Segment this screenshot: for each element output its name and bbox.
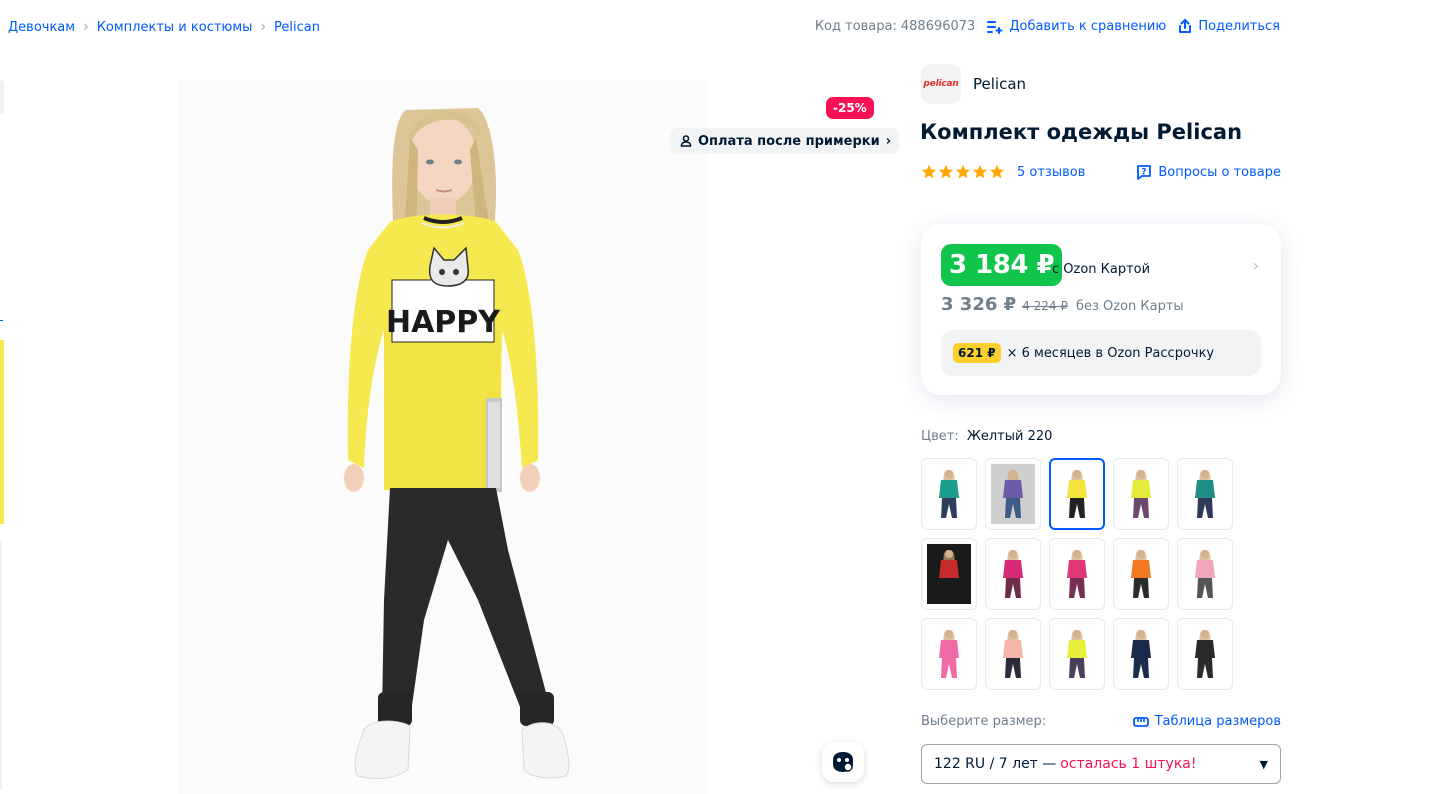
swatch-thumbnail — [1055, 624, 1099, 684]
color-value: Желтый 220 — [966, 429, 1053, 444]
ozon-card-price: 3 184 ₽ — [941, 244, 1063, 286]
color-swatch[interactable] — [1113, 538, 1169, 610]
chevron-right-icon: › — [1252, 256, 1259, 275]
person-icon — [680, 135, 692, 147]
product-title: Комплект одежды Pelican — [920, 120, 1243, 144]
color-swatch[interactable] — [921, 458, 977, 530]
color-label: Цвет: — [921, 429, 959, 444]
breadcrumb: Девочкам › Комплекты и костюмы › Pelican — [8, 19, 320, 35]
swatch-thumbnail — [1119, 464, 1163, 524]
share-icon — [1179, 19, 1192, 33]
share-label: Поделиться — [1198, 19, 1280, 34]
thumbnail-strip-edge-lower — [0, 540, 2, 790]
color-swatch[interactable] — [1049, 458, 1105, 530]
rating-row: 5 отзывов ? Вопросы о товаре — [921, 164, 1281, 180]
star-icon — [938, 164, 954, 179]
regular-price: 3 326 ₽ — [941, 294, 1017, 315]
swatch-thumbnail — [927, 624, 971, 684]
swatch-thumbnail — [1183, 544, 1227, 604]
discount-badge: -25% — [826, 97, 874, 119]
pay-after-try-on-label: Оплата после примерки — [698, 133, 880, 149]
installment-offer[interactable]: 621 ₽ × 6 месяцев в Ozon Рассрочку — [941, 330, 1261, 376]
size-table-link[interactable]: Таблица размеров — [1132, 714, 1281, 729]
color-swatch[interactable] — [921, 538, 977, 610]
installment-text: × 6 месяцев в Ozon Рассрочку — [1006, 345, 1215, 361]
color-swatch[interactable] — [1049, 538, 1105, 610]
questions-label: Вопросы о товаре — [1158, 164, 1281, 180]
chevron-right-icon: › — [885, 133, 892, 149]
color-swatch[interactable] — [921, 618, 977, 690]
product-actions-bar: Код товара: 488696073 Добавить к сравнен… — [815, 19, 1280, 34]
share-button[interactable]: Поделиться — [1178, 19, 1280, 34]
image-search-icon — [833, 752, 855, 774]
size-selected-value: 122 RU / 7 лет — — [934, 756, 1057, 772]
image-search-button[interactable] — [822, 742, 864, 782]
sku-label: Код товара: — [814, 19, 897, 34]
questions-link[interactable]: ? Вопросы о товаре — [1136, 164, 1281, 180]
star-icon — [921, 164, 937, 179]
compare-label: Добавить к сравнению — [1009, 19, 1167, 34]
stock-warning: осталась 1 штука! — [1060, 756, 1197, 772]
chevron-right-icon: › — [260, 19, 267, 35]
swatch-thumbnail — [1183, 464, 1227, 524]
swatch-thumbnail — [991, 544, 1035, 604]
regular-price-label: без Ozon Карты — [1075, 299, 1184, 314]
swatch-thumbnail — [991, 464, 1035, 524]
swatch-thumbnail — [1055, 544, 1099, 604]
regular-price-row: 3 326 ₽ 4 224 ₽ без Ozon Карты — [941, 294, 1184, 315]
color-swatch[interactable] — [1113, 618, 1169, 690]
color-swatch[interactable] — [1113, 458, 1169, 530]
color-swatch[interactable] — [1177, 538, 1233, 610]
star-icon — [955, 164, 971, 179]
color-swatch[interactable] — [985, 618, 1041, 690]
breadcrumb-item-brand[interactable]: Pelican — [274, 20, 320, 35]
brand-link[interactable]: pelican Pelican — [921, 64, 1026, 104]
color-row: Цвет: Желтый 220 — [921, 429, 1052, 444]
breadcrumb-item-sets[interactable]: Комплекты и костюмы — [97, 20, 253, 35]
thumbnail-active-indicator — [0, 320, 3, 321]
size-label: Выберите размер: — [921, 714, 1047, 729]
thumbnail-strip-edge — [0, 80, 4, 114]
shirt-print-text: HAPPY — [386, 305, 501, 340]
color-swatch[interactable] — [985, 538, 1041, 610]
size-select[interactable]: 122 RU / 7 лет — осталась 1 штука! ▼ — [921, 744, 1281, 784]
thumbnail-strip-selected[interactable] — [0, 340, 4, 524]
question-bubble-icon: ? — [1137, 165, 1152, 180]
swatch-thumbnail — [1119, 624, 1163, 684]
ruler-icon — [1132, 716, 1149, 727]
color-swatches — [921, 458, 1241, 690]
rating-stars[interactable] — [921, 164, 1005, 180]
swatch-thumbnail — [1055, 464, 1099, 524]
brand-name: Pelican — [973, 75, 1027, 93]
ozon-card-price-label: с Ozon Картой — [1052, 262, 1151, 277]
color-swatch[interactable] — [1049, 618, 1105, 690]
compare-list-icon — [987, 20, 1003, 34]
reviews-link[interactable]: 5 отзывов — [1017, 165, 1085, 180]
svg-text:?: ? — [1142, 168, 1147, 178]
chevron-right-icon: › — [83, 19, 89, 35]
star-icon — [989, 164, 1005, 179]
breadcrumb-item-girls[interactable]: Девочкам — [8, 20, 75, 35]
sku-value[interactable]: 488696073 — [901, 19, 975, 34]
size-table-label: Таблица размеров — [1154, 714, 1281, 729]
compare-button[interactable]: Добавить к сравнению — [987, 19, 1166, 34]
color-swatch[interactable] — [985, 458, 1041, 530]
swatch-thumbnail — [1119, 544, 1163, 604]
star-icon — [972, 164, 988, 179]
swatch-thumbnail — [927, 544, 971, 604]
swatch-thumbnail — [927, 464, 971, 524]
color-swatch[interactable] — [1177, 458, 1233, 530]
color-swatch[interactable] — [1177, 618, 1233, 690]
installment-amount: 621 ₽ — [953, 343, 1001, 363]
swatch-thumbnail — [1183, 624, 1227, 684]
swatch-thumbnail — [991, 624, 1035, 684]
size-row: Выберите размер: Таблица размеров — [921, 714, 1281, 729]
brand-logo: pelican — [921, 64, 961, 104]
caret-down-icon: ▼ — [1259, 757, 1268, 771]
product-photo: HAPPY — [344, 108, 570, 779]
price-card[interactable]: 3 184 ₽ с Ozon Картой › 3 326 ₽ 4 224 ₽ … — [921, 224, 1281, 395]
old-price: 4 224 ₽ — [1022, 299, 1068, 313]
pay-after-try-on-button[interactable]: Оплата после примерки › — [670, 128, 900, 154]
product-main-image[interactable]: HAPPY — [178, 80, 708, 794]
